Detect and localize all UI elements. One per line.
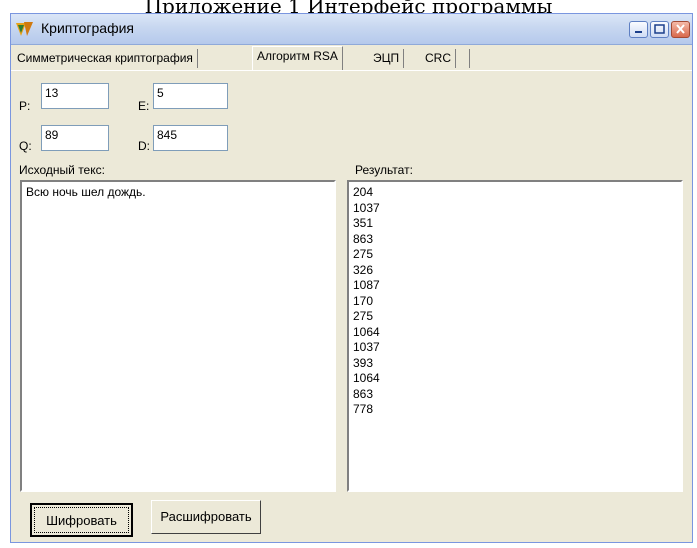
- close-icon[interactable]: [671, 21, 690, 38]
- delphi-icon: [16, 22, 33, 36]
- decrypt-button[interactable]: Расшифровать: [151, 500, 261, 534]
- tab-divider: [469, 49, 470, 68]
- result-line: 326: [353, 262, 374, 277]
- document-caption: Приложение 1 Интерфейс программы: [144, 0, 553, 13]
- app-window: Криптография Симметрическая криптография…: [10, 13, 693, 543]
- result-line: 1064: [353, 324, 380, 339]
- result-line: 863: [353, 231, 374, 246]
- result-line: 1037: [353, 340, 380, 354]
- e-field[interactable]: 5: [153, 83, 228, 109]
- result-line: 863: [353, 386, 374, 401]
- encrypt-button[interactable]: Шифровать: [30, 503, 133, 537]
- window-title: Криптография: [41, 20, 134, 36]
- result-line: 351: [353, 216, 374, 230]
- result-line: 204: [353, 185, 374, 199]
- result-line: 170: [353, 293, 374, 308]
- result-line: 778: [353, 402, 374, 416]
- d-field[interactable]: 845: [153, 125, 228, 151]
- tab-strip: Симметрическая криптография Алгоритм RSA…: [11, 46, 692, 71]
- maximize-icon[interactable]: [650, 21, 669, 38]
- tab-rsa[interactable]: Алгоритм RSA: [252, 46, 343, 70]
- source-text-area[interactable]: Всю ночь шел дождь.: [20, 180, 336, 492]
- d-label: D:: [138, 139, 150, 153]
- result-line: 275: [353, 309, 374, 323]
- title-bar[interactable]: Криптография: [11, 14, 692, 45]
- result-label: Результат:: [355, 163, 413, 177]
- tab-symmetric[interactable]: Симметрическая криптография: [13, 49, 198, 68]
- p-field[interactable]: 13: [41, 83, 109, 109]
- result-line: 275: [353, 247, 374, 261]
- q-label: Q:: [19, 139, 32, 153]
- result-line: 1087: [353, 278, 380, 292]
- result-line: 1064: [353, 371, 380, 385]
- result-line: 1037: [353, 200, 380, 215]
- result-line: 393: [353, 355, 374, 370]
- source-label: Исходный текс:: [19, 163, 105, 177]
- q-field[interactable]: 89: [41, 125, 109, 151]
- minimize-icon[interactable]: [629, 21, 648, 38]
- tab-eds[interactable]: ЭЦП: [369, 49, 405, 68]
- e-label: E:: [138, 99, 150, 113]
- p-label: P:: [19, 99, 31, 113]
- tab-crc[interactable]: CRC: [421, 49, 456, 68]
- result-text-area[interactable]: 204 1037 351 863 275 326 1087 170 275 1064 1037 393…: [347, 180, 683, 492]
